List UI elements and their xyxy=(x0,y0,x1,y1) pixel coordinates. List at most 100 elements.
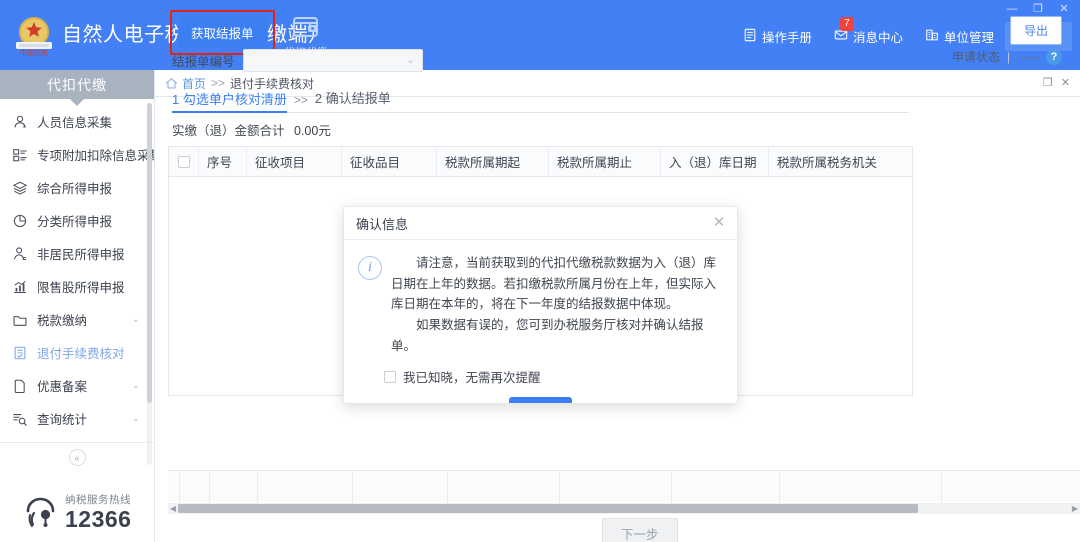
dialog-footer: 确定 xyxy=(344,397,737,404)
header-item-label: 单位管理 xyxy=(944,27,994,46)
application-status-value: —— xyxy=(1017,50,1039,64)
chevron-down-icon: ⌄ xyxy=(406,56,414,66)
export-button[interactable]: 导出 xyxy=(1010,16,1062,45)
select-all-checkbox[interactable] xyxy=(178,156,190,168)
col-header-seq: 序号 xyxy=(199,147,247,176)
wallet-icon xyxy=(278,14,334,42)
maximize-icon[interactable]: ❐ xyxy=(1026,1,1050,17)
sidebar-item-label: 限售股所得申报 xyxy=(37,277,154,296)
col-header-period-end: 税款所属期止 xyxy=(549,147,661,176)
status-divider: | xyxy=(1007,50,1010,64)
chevron-down-icon[interactable]: ⌄ xyxy=(132,414,148,423)
manual-icon xyxy=(743,28,757,45)
sidebar-item-refund-fee-check[interactable]: 退付手续费核对 xyxy=(0,336,154,369)
close-tab-icon[interactable]: ✕ xyxy=(1061,78,1070,89)
close-icon[interactable]: ✕ xyxy=(1052,1,1076,17)
hotline-caption: 纳税服务热线 xyxy=(65,494,131,506)
sidebar: 代扣代缴 人员信息采集 专项附加扣除信息采集 综合所得申报 xyxy=(0,70,155,542)
headset-icon xyxy=(20,491,60,533)
dialog-title: 确认信息 xyxy=(356,214,408,233)
horizontal-scrollbar[interactable]: ◀ ▶ xyxy=(168,503,1080,514)
step-select-list[interactable]: 1 勾选单户核对清册 xyxy=(172,89,287,113)
minimize-icon[interactable]: — xyxy=(1000,1,1024,17)
chevron-double-left-icon[interactable]: « xyxy=(69,449,86,466)
table-footer-cells xyxy=(168,470,1080,502)
header-item-manual[interactable]: 操作手册 xyxy=(732,22,823,51)
folder-icon xyxy=(10,312,30,328)
restore-tab-icon[interactable]: ❐ xyxy=(1043,78,1053,89)
select-all-cell xyxy=(169,147,199,176)
sidebar-scrollbar-thumb[interactable] xyxy=(147,103,152,403)
sidebar-item-restricted-shares[interactable]: 限售股所得申报 xyxy=(0,270,154,303)
step-confirm-statement[interactable]: 2 确认结报单 xyxy=(315,88,391,110)
sidebar-collapse-bar: « xyxy=(0,442,154,472)
col-header-collection-item: 征收项目 xyxy=(247,147,342,176)
sidebar-item-label: 优惠备案 xyxy=(37,376,132,395)
total-amount-label: 实缴（退）金额合计 xyxy=(172,124,285,138)
scroll-left-arrow-icon[interactable]: ◀ xyxy=(168,505,178,513)
table-header-row: 序号 征收项目 征收品目 税款所属期起 税款所属期止 入（退）库日期 税款所属税… xyxy=(169,147,912,177)
sidebar-item-label: 分类所得申报 xyxy=(37,211,154,230)
chevron-down-icon[interactable]: ⌄ xyxy=(132,381,148,390)
dialog-message: 请注意，当前获取到的代扣代缴税款数据为入（退）库日期在上年的数据。若扣缴税款所属… xyxy=(391,253,721,356)
scrollbar-track[interactable] xyxy=(178,504,1070,513)
sidebar-item-label: 退付手续费核对 xyxy=(37,343,154,362)
statement-number-label: 结报单编号 xyxy=(172,51,235,70)
step-tabs: 1 勾选单户核对清册 >> 2 确认结报单 xyxy=(172,88,909,113)
fetch-statement-button[interactable]: 获取结报单 xyxy=(178,17,267,48)
sidebar-item-person-info[interactable]: 人员信息采集 xyxy=(0,105,154,138)
sidebar-item-label: 非居民所得申报 xyxy=(37,244,154,263)
hotline-text: 纳税服务热线 12366 xyxy=(65,492,154,531)
sidebar-title: 代扣代缴 xyxy=(0,70,154,99)
question-icon[interactable]: ? xyxy=(1046,49,1062,65)
sidebar-item-query-statistics[interactable]: 查询统计 ⌄ xyxy=(0,402,154,435)
layers-icon xyxy=(10,180,30,196)
building-icon xyxy=(925,28,939,45)
sidebar-item-special-deduction[interactable]: 专项附加扣除信息采集 xyxy=(0,138,154,171)
dialog-confirm-button[interactable]: 确定 xyxy=(509,397,572,404)
statement-number-field: 结报单编号 ⌄ xyxy=(172,49,423,72)
sidebar-item-label: 专项附加扣除信息采集 xyxy=(37,145,154,164)
sidebar-item-label: 人员信息采集 xyxy=(37,112,154,131)
col-header-collection-subitem: 征收品目 xyxy=(342,147,437,176)
dont-remind-checkbox[interactable] xyxy=(384,371,396,383)
sidebar-item-comprehensive-income[interactable]: 综合所得申报 xyxy=(0,171,154,204)
scroll-right-arrow-icon[interactable]: ▶ xyxy=(1070,505,1080,513)
application-window: — ❐ ✕ 中国税务 自然人电子税务局（扣缴端） xyxy=(0,0,1080,542)
national-emblem-icon: 中国税务 xyxy=(11,12,57,58)
dialog-header: 确认信息 ✕ xyxy=(344,207,737,240)
dialog-body: i 请注意，当前获取到的代扣代缴税款数据为入（退）库日期在上年的数据。若扣缴税款… xyxy=(344,240,737,356)
application-status-label: 申请状态 xyxy=(952,48,1000,65)
list-form-icon xyxy=(10,147,30,163)
sidebar-item-label: 综合所得申报 xyxy=(37,178,154,197)
header-item-messages[interactable]: 7 消息中心 xyxy=(823,22,914,51)
person-collect-icon xyxy=(10,114,30,130)
hotline-number: 12366 xyxy=(65,506,131,532)
sidebar-item-tax-payment[interactable]: 税款缴纳 ⌄ xyxy=(0,303,154,336)
next-step-button[interactable]: 下一步 xyxy=(602,518,678,542)
header-item-unit-management[interactable]: 单位管理 xyxy=(914,22,1005,51)
info-icon: i xyxy=(358,256,382,280)
person-alt-icon xyxy=(10,246,30,262)
pie-icon xyxy=(10,213,30,229)
scrollbar-thumb[interactable] xyxy=(178,504,918,513)
dialog-paragraph-1: 请注意，当前获取到的代扣代缴税款数据为入（退）库日期在上年的数据。若扣缴税款所属… xyxy=(391,253,721,315)
service-hotline: 纳税服务热线 12366 xyxy=(0,486,154,538)
search-list-icon xyxy=(10,411,30,427)
sidebar-item-preferential-filing[interactable]: 优惠备案 ⌄ xyxy=(0,369,154,402)
col-header-tax-authority: 税款所属税务机关 xyxy=(769,147,913,176)
total-amount-row: 实缴（退）金额合计 0.00元 xyxy=(172,120,331,139)
dont-remind-row[interactable]: 我已知晓，无需再次提醒 xyxy=(384,367,737,386)
sidebar-item-nonresident-income[interactable]: 非居民所得申报 xyxy=(0,237,154,270)
statement-number-select[interactable]: ⌄ xyxy=(243,49,423,72)
application-status: 申请状态 | —— ? xyxy=(952,48,1062,65)
header-item-label: 操作手册 xyxy=(762,27,812,46)
col-header-treasury-date: 入（退）库日期 xyxy=(661,147,769,176)
bar-chart-icon xyxy=(10,279,30,295)
sidebar-item-classified-income[interactable]: 分类所得申报 xyxy=(0,204,154,237)
file-icon xyxy=(10,378,30,394)
svg-text:中国税务: 中国税务 xyxy=(20,48,48,57)
chevron-down-icon[interactable]: ⌄ xyxy=(132,315,148,324)
sidebar-item-label: 查询统计 xyxy=(37,409,132,428)
close-icon[interactable]: ✕ xyxy=(711,215,727,231)
